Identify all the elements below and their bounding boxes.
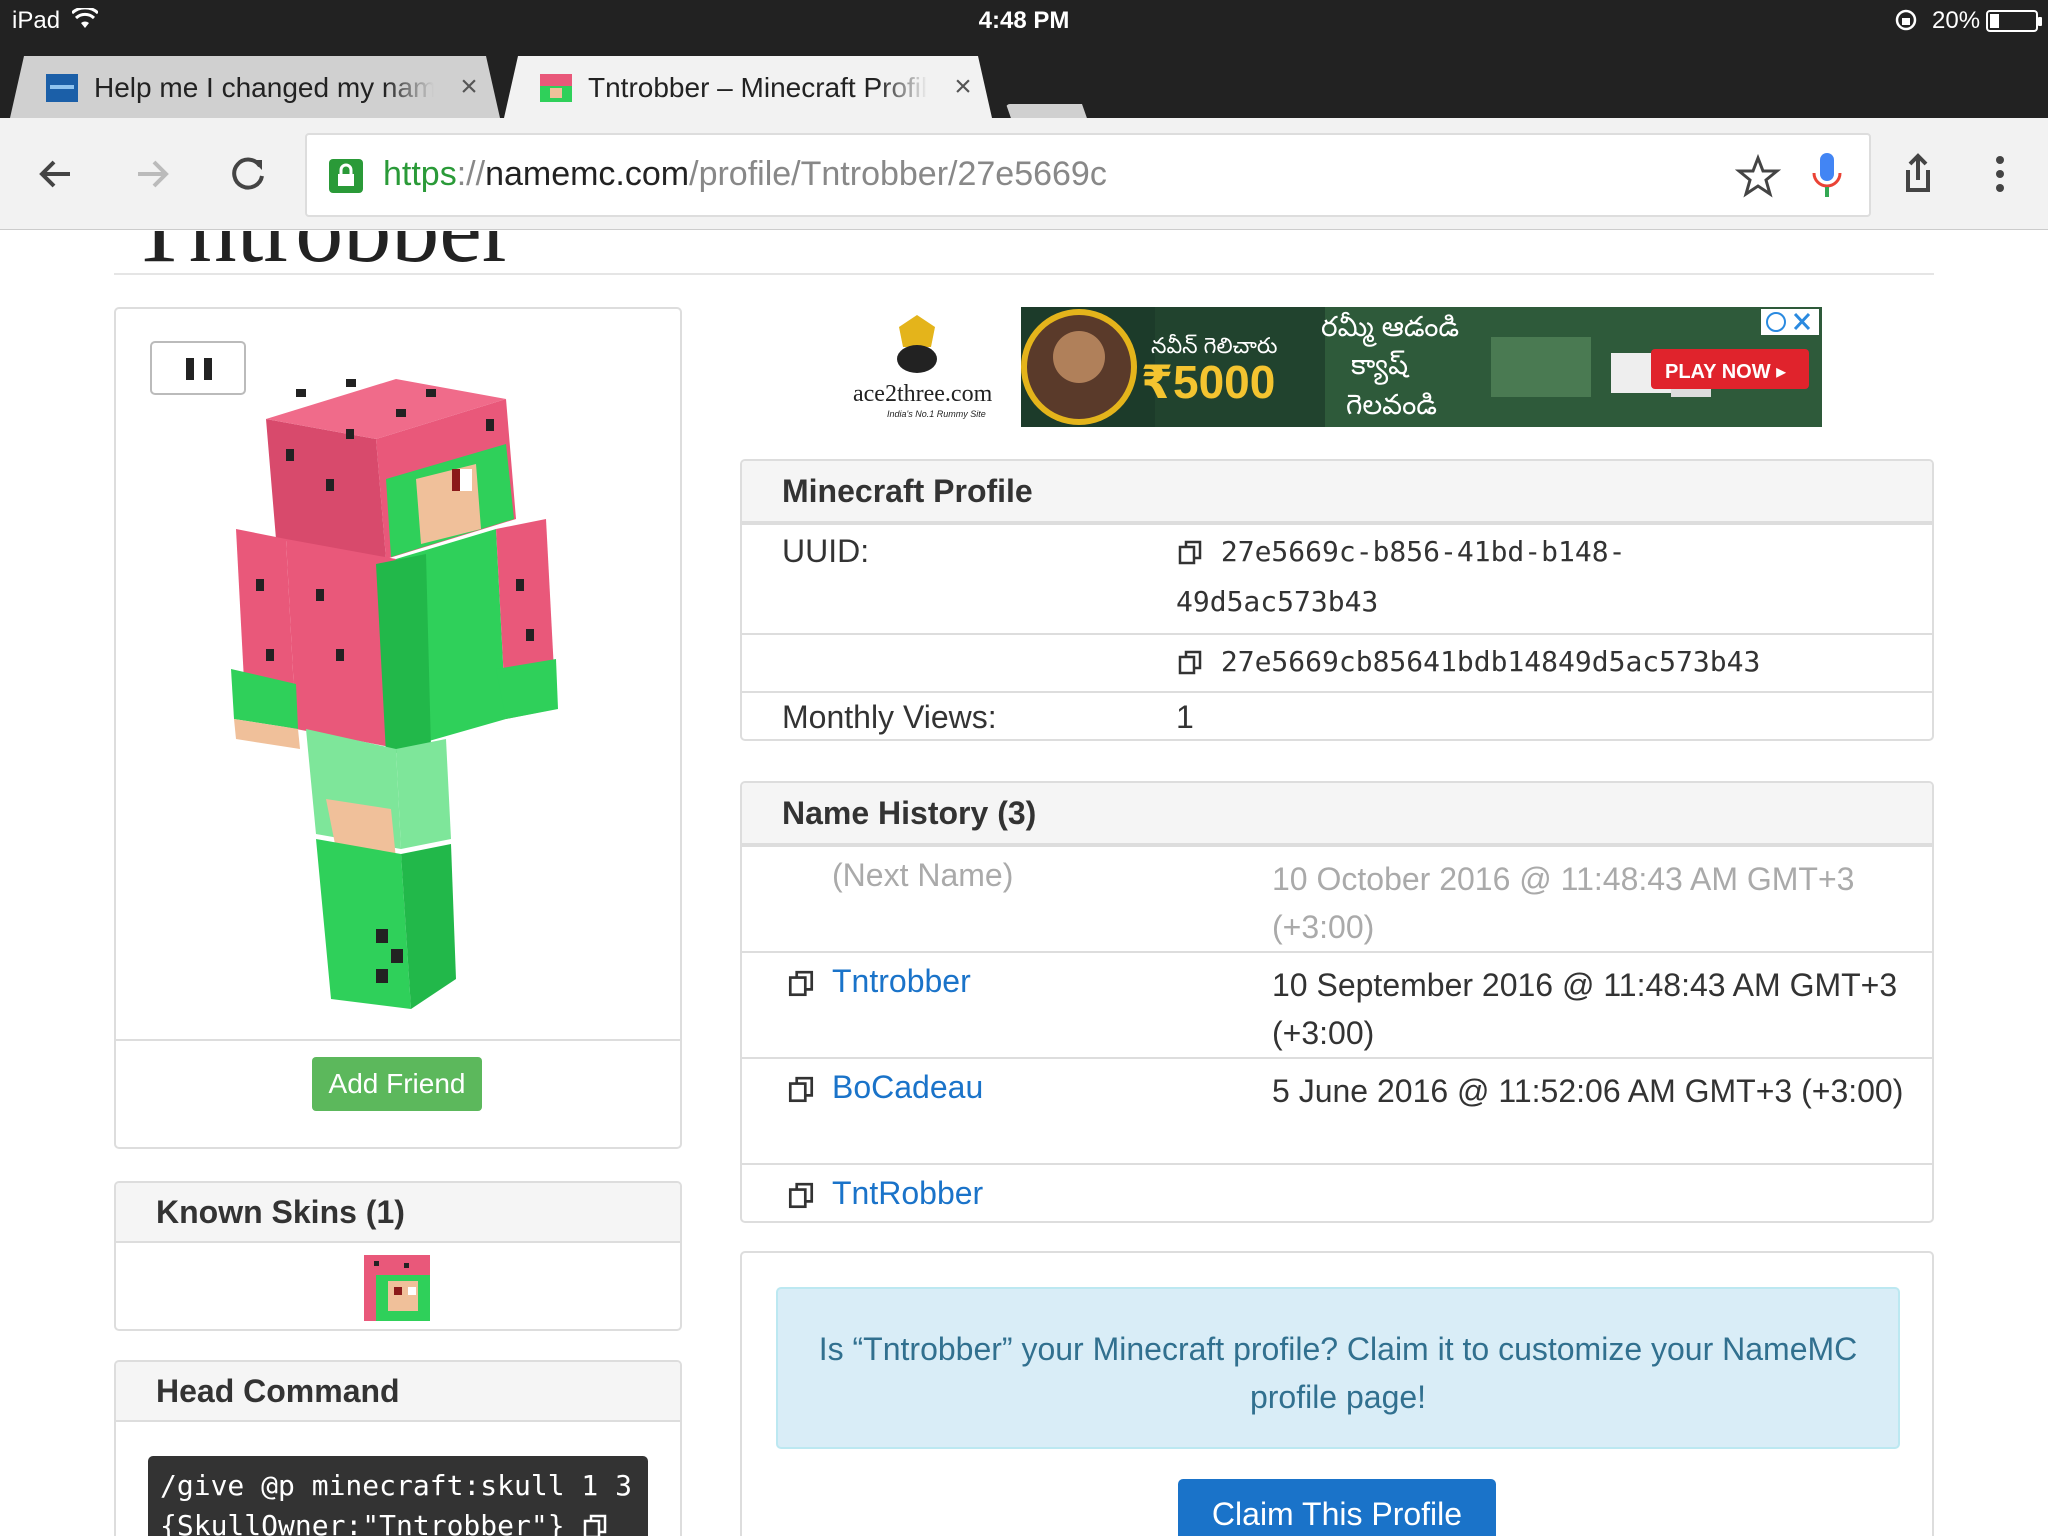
clock: 4:48 PM	[978, 7, 1070, 34]
copy-icon[interactable]	[786, 1181, 816, 1211]
uuid-label: UUID:	[782, 533, 870, 569]
battery-percent: 20%	[1932, 7, 1981, 34]
browser-toolbar: https://namemc.com/profile/Tntrobber/27e…	[0, 118, 2048, 230]
address-bar[interactable]: https://namemc.com/profile/Tntrobber/27e…	[305, 133, 1871, 217]
tab-strip: Help me I changed my name × Tntrobber – …	[0, 42, 2048, 144]
history-row: TntRobber	[742, 1163, 1932, 1221]
ad-amount: ₹5000	[1141, 356, 1276, 408]
command-line-1: /give @p minecraft:skull 1 3	[160, 1469, 633, 1502]
history-date: 10 October 2016 @ 11:48:43 AM GMT+3 (+3:…	[1272, 861, 1855, 945]
ad-brand: ace2three.com	[853, 381, 993, 407]
name-history-card: Name History (3) (Next Name) 10 October …	[740, 781, 1934, 1223]
tab-help-me[interactable]: Help me I changed my name ×	[10, 56, 500, 118]
rotation-lock-icon	[1895, 9, 1917, 31]
history-name-link[interactable]: TntRobber	[832, 1175, 983, 1212]
page-title: Tntrobber	[130, 231, 514, 284]
skin-card-footer: Add Friend	[116, 1039, 680, 1147]
url-text: https://namemc.com/profile/Tntrobber/27e…	[383, 155, 1107, 193]
reload-icon[interactable]	[222, 148, 274, 200]
uuid-dashed[interactable]: 27e5669c-b856-41bd-b148-49d5ac573b43	[1176, 527, 1816, 627]
ad-line-1: రమ్మీ ఆడండి	[1321, 311, 1460, 342]
monthly-views-value: 1	[1176, 699, 1194, 735]
head-command-code[interactable]: /give @p minecraft:skull 1 3 {SkullOwner…	[148, 1456, 648, 1536]
status-bar: iPad 4:48 PM 20%	[0, 0, 2048, 42]
known-skins-heading: Known Skins (1)	[116, 1183, 680, 1243]
tab-title: Tntrobber – Minecraft Profil	[588, 72, 928, 104]
minecraft-profile-heading: Minecraft Profile	[742, 461, 1932, 523]
bookmark-star-icon[interactable]	[1735, 153, 1781, 199]
more-menu-icon[interactable]	[1974, 148, 2026, 200]
claim-profile-card: Is “Tntrobber” your Minecraft profile? C…	[740, 1251, 1934, 1536]
claim-profile-button[interactable]: Claim This Profile	[1178, 1479, 1496, 1536]
forum-favicon-icon	[46, 74, 78, 102]
history-date: 5 June 2016 @ 11:52:06 AM GMT+3 (+3:00)	[1272, 1073, 1904, 1109]
skin-thumbnail[interactable]	[364, 1255, 430, 1321]
tab-namemc-profile[interactable]: Tntrobber – Minecraft Profil ×	[504, 56, 992, 118]
uuid-plain[interactable]: 27e5669cb85641bdb14849d5ac573b43	[1176, 637, 1816, 687]
history-name-link[interactable]: BoCadeau	[832, 1069, 983, 1106]
skin-favicon-icon	[540, 74, 572, 102]
lock-icon	[329, 159, 363, 193]
skin-3d-render[interactable]	[226, 329, 586, 1049]
add-friend-button[interactable]: Add Friend	[312, 1057, 482, 1111]
history-name-link[interactable]: Tntrobber	[832, 963, 971, 1000]
head-command-heading: Head Command	[116, 1362, 680, 1422]
copy-icon[interactable]	[1176, 649, 1204, 677]
copy-icon[interactable]	[786, 969, 816, 999]
copy-icon[interactable]	[786, 1075, 816, 1105]
history-date: 10 September 2016 @ 11:48:43 AM GMT+3 (+…	[1272, 967, 1898, 1051]
monthly-views-label: Monthly Views:	[782, 699, 997, 735]
name-history-heading: Name History (3)	[742, 783, 1932, 845]
ad-line-3: గెలవండి	[1346, 389, 1438, 420]
forward-icon[interactable]	[126, 148, 178, 200]
uuid-row: UUID: 27e5669c-b856-41bd-b148-49d5ac573b…	[742, 523, 1932, 633]
share-icon[interactable]	[1892, 148, 1944, 200]
close-tab-icon[interactable]: ×	[950, 72, 976, 102]
ad-tagline: India's No.1 Rummy Site	[887, 409, 986, 419]
divider	[114, 273, 1934, 275]
copy-icon[interactable]	[581, 1513, 609, 1536]
claim-message: Is “Tntrobber” your Minecraft profile? C…	[776, 1287, 1900, 1449]
command-line-2: {SkullOwner:"Tntrobber"}	[160, 1509, 565, 1536]
advertisement-banner[interactable]: ace2three.com India's No.1 Rummy Site నవ…	[851, 307, 1822, 427]
close-tab-icon[interactable]: ×	[456, 72, 482, 102]
skin-viewer-card: Add Friend	[114, 307, 682, 1149]
uuid-plain-row: 27e5669cb85641bdb14849d5ac573b43	[742, 633, 1932, 691]
page-content: Tntrobber	[0, 231, 2048, 1536]
known-skins-card: Known Skins (1)	[114, 1181, 682, 1331]
ad-line-2: క్యాష్	[1351, 349, 1409, 380]
minecraft-profile-card: Minecraft Profile UUID: 27e5669c-b856-41…	[740, 459, 1934, 741]
history-row-next: (Next Name) 10 October 2016 @ 11:48:43 A…	[742, 845, 1932, 951]
history-row: BoCadeau 5 June 2016 @ 11:52:06 AM GMT+3…	[742, 1057, 1932, 1163]
copy-icon[interactable]	[1176, 539, 1204, 567]
history-name: (Next Name)	[832, 857, 1014, 893]
battery-icon	[1986, 10, 2042, 32]
history-row: Tntrobber 10 September 2016 @ 11:48:43 A…	[742, 951, 1932, 1057]
head-command-card: Head Command /give @p minecraft:skull 1 …	[114, 1360, 682, 1536]
tab-title: Help me I changed my name	[94, 72, 434, 104]
ad-play-now-button[interactable]: PLAY NOW ▸	[1665, 359, 1786, 384]
back-icon[interactable]	[30, 148, 82, 200]
microphone-icon[interactable]	[1807, 149, 1847, 203]
monthly-views-row: Monthly Views: 1	[742, 691, 1932, 739]
